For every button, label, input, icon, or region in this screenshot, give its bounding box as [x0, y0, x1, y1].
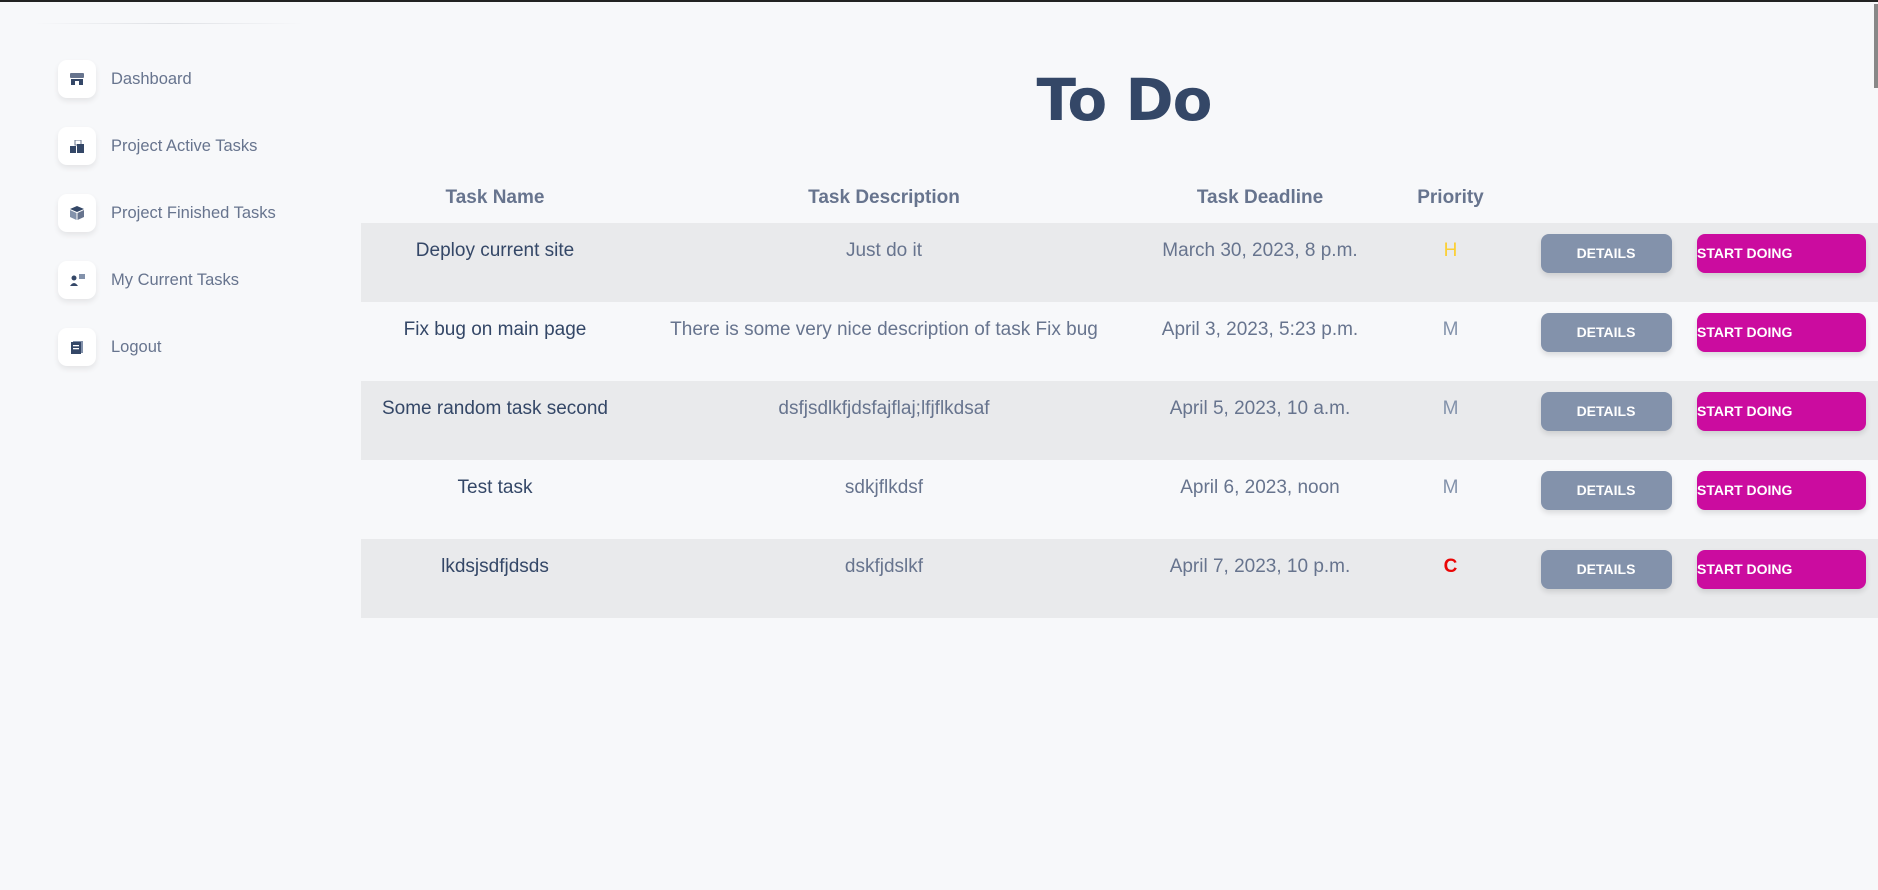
sidebar-item-label: Project Finished Tasks: [111, 203, 276, 222]
task-priority: H: [1381, 223, 1520, 302]
details-button[interactable]: DETAILS: [1540, 392, 1672, 431]
task-description: dsfjsdlkfjdsfajflaj;lfjflkdsaf: [629, 381, 1139, 460]
start-doing-button[interactable]: START DOING: [1697, 550, 1866, 589]
task-priority: M: [1442, 477, 1459, 498]
table-row: Test task sdkjflkdsf April 6, 2023, noon…: [361, 460, 1878, 539]
table-row: Deploy current site Just do it March 30,…: [361, 223, 1878, 302]
task-deadline: April 3, 2023, 5:23 p.m.: [1161, 319, 1359, 340]
task-description: There is some very nice description of t…: [670, 319, 1098, 340]
task-deadline: April 5, 2023, 10 a.m.: [1139, 381, 1381, 460]
sidebar-item-project-active-tasks[interactable]: Project Active Tasks: [58, 127, 276, 194]
table-row: Fix bug on main page There is some very …: [361, 302, 1878, 381]
task-description: dskfjdslkf: [629, 539, 1139, 618]
task-priority: M: [1442, 319, 1459, 340]
table-row: Some random task second dsfjsdlkfjdsfajf…: [361, 381, 1878, 460]
box-icon: [58, 194, 96, 232]
start-doing-button[interactable]: START DOING: [1697, 313, 1866, 352]
task-name: Fix bug on main page: [403, 319, 587, 340]
details-button[interactable]: DETAILS: [1540, 471, 1672, 510]
details-button[interactable]: DETAILS: [1540, 234, 1672, 273]
task-deadline: April 6, 2023, noon: [1180, 477, 1340, 498]
task-deadline: March 30, 2023, 8 p.m.: [1139, 223, 1381, 302]
table-row: lkdsjsdfjdsds dskfjdslkf April 7, 2023, …: [361, 539, 1878, 618]
sidebar-item-my-current-tasks[interactable]: My Current Tasks: [58, 261, 276, 328]
column-header-task-deadline: Task Deadline: [1196, 186, 1324, 208]
task-name: Some random task second: [361, 381, 629, 460]
column-header-task-name: Task Name: [445, 186, 545, 208]
start-doing-button[interactable]: START DOING: [1697, 471, 1866, 510]
details-button[interactable]: DETAILS: [1540, 550, 1672, 589]
sidebar-item-label: My Current Tasks: [111, 270, 240, 289]
scrollbar[interactable]: [1874, 4, 1878, 88]
task-description: sdkjflkdsf: [844, 477, 924, 498]
sidebar-item-label: Logout: [111, 337, 162, 356]
tasks-table: Task Name Task Description Task Deadline…: [361, 172, 1878, 618]
task-description: Just do it: [629, 223, 1139, 302]
column-header-priority: Priority: [1417, 186, 1484, 208]
task-deadline: April 7, 2023, 10 p.m.: [1139, 539, 1381, 618]
task-name: Test task: [457, 477, 533, 498]
task-priority: M: [1381, 381, 1520, 460]
sidebar-divider: [34, 23, 304, 24]
user-chat-icon: [58, 261, 96, 299]
sidebar-item-logout[interactable]: Logout: [58, 328, 276, 395]
start-doing-button[interactable]: START DOING: [1697, 392, 1866, 431]
details-button[interactable]: DETAILS: [1540, 313, 1672, 352]
task-name: Deploy current site: [361, 223, 629, 302]
task-name: lkdsjsdfjdsds: [361, 539, 629, 618]
sidebar-item-label: Project Active Tasks: [111, 136, 258, 155]
sidebar-item-project-finished-tasks[interactable]: Project Finished Tasks: [58, 194, 276, 261]
page-title: To Do: [1036, 66, 1213, 134]
column-header-task-description: Task Description: [808, 186, 960, 208]
document-icon: [58, 328, 96, 366]
task-priority: C: [1381, 539, 1520, 618]
start-doing-button[interactable]: START DOING: [1697, 234, 1866, 273]
